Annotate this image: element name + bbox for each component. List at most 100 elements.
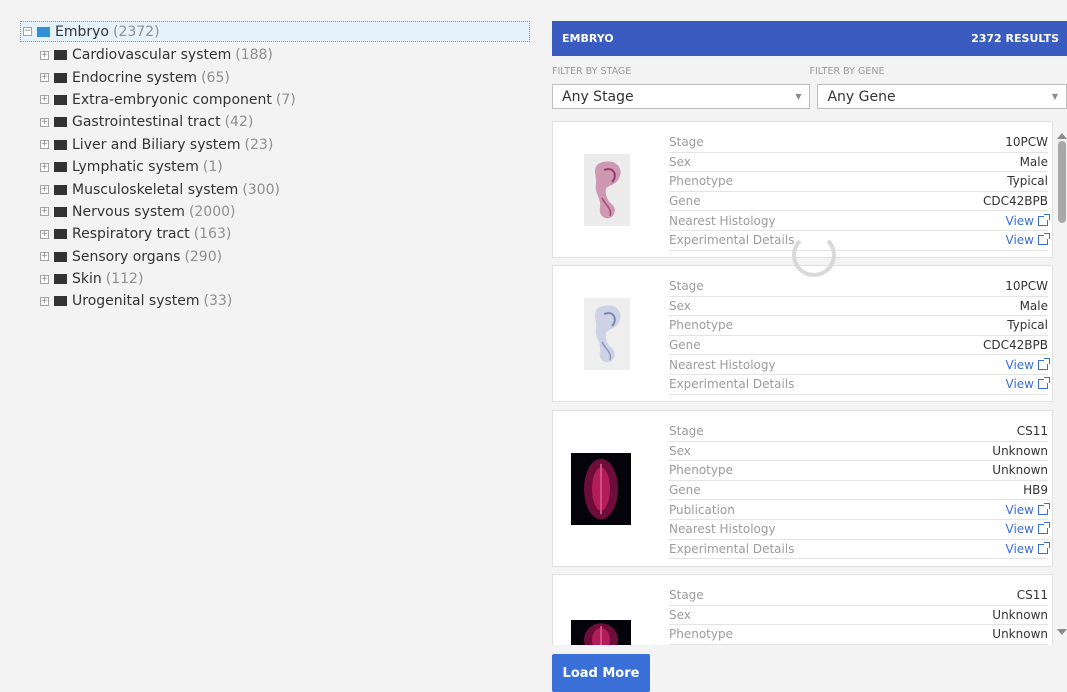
folder-icon [54,50,67,60]
property-value: Unknown [992,608,1048,622]
specimen-thumbnail[interactable] [571,620,631,645]
property-value: Unknown [992,444,1048,458]
tree-node[interactable]: +Gastrointestinal tract(42) [40,111,540,133]
scroll-up-icon[interactable] [1057,133,1067,139]
property-row: StageCS11 [669,422,1048,442]
category-tree: − Embryo (2372) +Cardiovascular system(1… [20,21,540,313]
expand-icon[interactable]: + [40,230,49,239]
expand-icon[interactable]: + [40,185,49,194]
result-card[interactable]: StageCS11SexUnknownPhenotypeUnknownGeneH… [552,410,1053,567]
results-header: EMBRYO 2372 RESULTS [552,21,1067,56]
expand-icon[interactable]: + [40,275,49,284]
view-link[interactable]: View [1006,233,1048,247]
tree-node-label: Musculoskeletal system [72,182,238,198]
tree-node-label: Extra-embryonic component [72,92,272,108]
folder-icon [54,296,67,306]
property-row: GeneCDC42BPB [669,192,1048,212]
tree-node[interactable]: + Extra-embryonic component(7) [40,89,540,111]
tree-node-label: Sensory organs [72,249,180,265]
view-link-label: View [1006,542,1034,556]
property-row: Nearest HistologyView [669,211,1048,231]
view-link[interactable]: View [1006,214,1048,228]
expand-icon[interactable]: + [40,118,49,127]
tree-node-label: Lymphatic system [72,159,199,175]
tree-node-count: (112) [106,271,144,287]
property-label: Sex [669,155,691,169]
tree-node-count: (1) [203,159,223,175]
specimen-thumbnail[interactable] [571,453,631,529]
tree-node[interactable]: + Urogenital system(33) [40,290,540,312]
property-row: PhenotypeUnknown [669,625,1048,645]
property-label: Phenotype [669,627,733,641]
expand-icon[interactable]: + [40,73,49,82]
folder-icon [54,140,67,150]
external-link-icon [1038,544,1048,554]
tree-node[interactable]: +Nervous system(2000) [40,201,540,223]
property-label: Gene [669,338,701,352]
expand-icon[interactable]: + [40,207,49,216]
view-link[interactable]: View [1006,542,1048,556]
external-link-icon [1038,360,1048,370]
tree-node[interactable]: +Musculoskeletal system(300) [40,178,540,200]
folder-icon [54,252,67,262]
stage-select[interactable]: Any Stage ▼ [552,84,810,109]
tree-node[interactable]: +Sensory organs(290) [40,246,540,268]
scroll-down-icon[interactable] [1057,629,1067,635]
tree-node-count: (23) [245,137,274,153]
tree-node-label: Urogenital system [72,293,200,309]
tree-node-label: Respiratory tract [72,226,190,242]
view-link[interactable]: View [1006,358,1048,372]
tree-node-label: Liver and Biliary system [72,137,241,153]
tree-node-count: (42) [225,114,254,130]
tree-node-label: Nervous system [72,204,185,220]
property-row: Experimental DetailsView [669,231,1048,251]
property-label: Phenotype [669,318,733,332]
tree-node-embryo[interactable]: − Embryo (2372) [20,21,530,42]
property-value: Unknown [992,463,1048,477]
tree-node-count: (33) [204,293,233,309]
tree-node-count: (7) [276,92,296,108]
tree-node[interactable]: +Skin(112) [40,268,540,290]
results-list[interactable]: Stage10PCWSexMalePhenotypeTypicalGeneCDC… [552,121,1055,645]
tree-node-label: Embryo [55,24,109,40]
view-link[interactable]: View [1006,377,1048,391]
result-card[interactable]: Stage10PCWSexMalePhenotypeTypicalGeneCDC… [552,265,1053,402]
property-row: GeneCDC42BPB [669,336,1048,356]
view-link-label: View [1006,233,1034,247]
expand-icon[interactable]: + [40,252,49,261]
gene-select[interactable]: Any Gene ▼ [817,84,1067,109]
view-link[interactable]: View [1006,503,1048,517]
result-card[interactable]: StageCS11SexUnknownPhenotypeUnknown [552,574,1053,645]
folder-icon [54,229,67,239]
expand-icon[interactable]: + [40,51,49,60]
property-row: Sex Unknown [669,442,1048,462]
results-count: 2372 RESULTS [971,32,1059,45]
specimen-thumbnail[interactable] [584,154,644,230]
expand-icon[interactable]: + [40,140,49,149]
tree-node[interactable]: + Liver and Biliary system(23) [40,134,540,156]
expand-icon[interactable]: + [40,163,49,172]
scrollbar-thumb[interactable] [1058,141,1066,223]
tree-node[interactable]: +Endocrine system(65) [40,66,540,88]
expand-icon[interactable]: + [40,95,49,104]
external-link-icon [1038,505,1048,515]
tree-node[interactable]: +Cardiovascular system(188) [40,44,540,66]
property-label: Sex [669,444,691,458]
property-value: Typical [1007,318,1048,332]
load-more-button[interactable]: Load More [552,654,650,692]
tree-node-count: (163) [194,226,232,242]
property-row: Experimental DetailsView [669,540,1048,560]
stage-select-value: Any Stage [562,89,634,105]
view-link-label: View [1006,522,1034,536]
expand-icon[interactable]: + [40,297,49,306]
property-label: Stage [669,424,704,438]
property-label: Sex [669,299,691,313]
results-scrollbar[interactable] [1057,121,1067,645]
property-label: Phenotype [669,463,733,477]
specimen-thumbnail[interactable] [584,298,644,374]
view-link[interactable]: View [1006,522,1048,536]
property-row: StageCS11 [669,586,1048,606]
tree-node[interactable]: + Lymphatic system(1) [40,156,540,178]
tree-node[interactable]: + Respiratory tract(163) [40,223,540,245]
collapse-icon[interactable]: − [23,27,32,36]
